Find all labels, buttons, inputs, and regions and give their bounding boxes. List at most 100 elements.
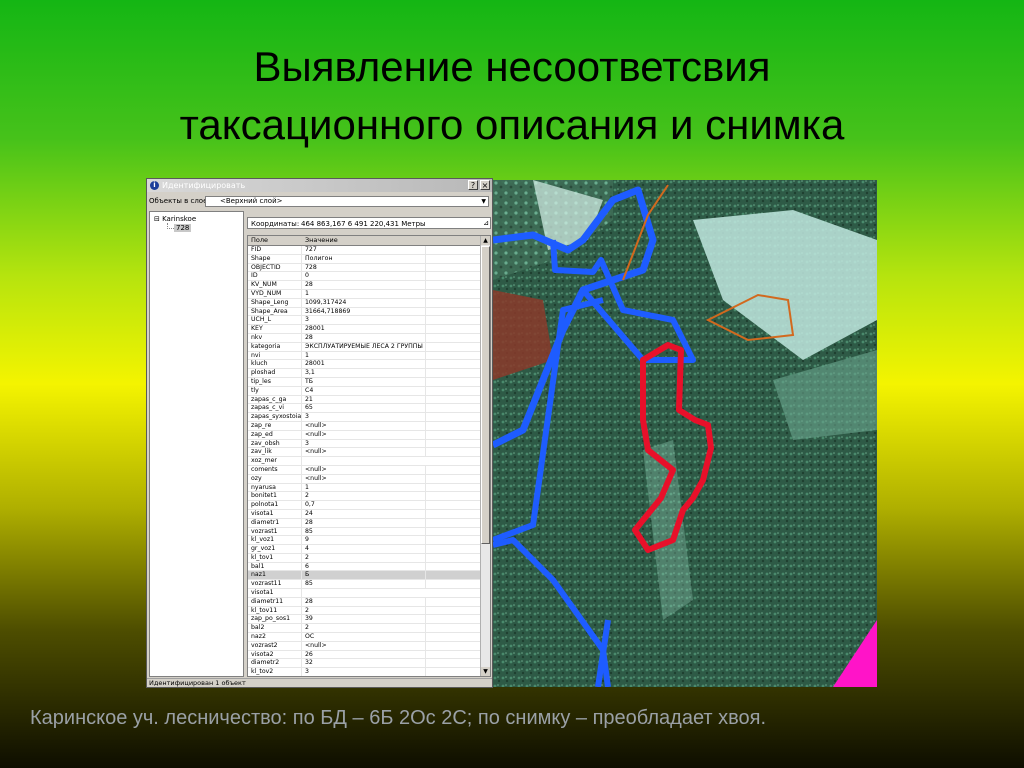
cell-field: Shape_Area [251,307,302,317]
cell-field: Shape [251,254,302,264]
table-row[interactable]: ploshad 3,1 [248,369,482,378]
table-row[interactable]: Shape_Area 31664,718869 [248,307,482,317]
table-row[interactable]: kl_tov1 2 [248,553,482,563]
table-row[interactable]: nkv 28 [248,333,482,343]
table-row[interactable]: bal1 6 [248,562,482,572]
cell-field: naz2 [251,633,302,642]
results-tree[interactable]: ⊟ Karinskoe 728 [149,211,244,677]
window-titlebar[interactable]: i Идентифицировать ? × [147,179,492,192]
cell-value: 21 [305,395,426,405]
table-row[interactable]: KEY 28001 [248,325,482,334]
table-row[interactable]: visota1 24 [248,509,482,519]
table-scrollbar[interactable]: ▲ ▼ [480,236,490,676]
cell-value: 28 [305,518,426,528]
layer-select-value: <Верхний слой> [220,197,283,205]
table-row[interactable]: ozy <null> [248,474,482,484]
cell-value: 31664,718869 [305,307,426,317]
cell-value: Полигон [305,254,426,264]
table-row[interactable]: UCH_L 3 [248,316,482,326]
table-row[interactable]: diametr11 28 [248,597,482,607]
table-row[interactable]: vozrast1 85 [248,527,482,537]
col-header-field[interactable]: Поле [251,236,268,245]
table-row[interactable]: visota2 26 [248,650,482,660]
cell-value: ЭКСПЛУАТИРУЕМЫЕ ЛЕСА 2 ГРУППЫ [305,342,426,352]
table-row[interactable]: Shape_Leng 1099,317424 [248,298,482,308]
table-row[interactable]: polnota1 0,7 [248,501,482,510]
table-row[interactable]: bal2 2 [248,624,482,634]
table-row[interactable]: OBJECTID 728 [248,263,482,273]
table-row[interactable]: visota1 [248,589,482,598]
table-row[interactable]: FID 727 [248,246,482,255]
cell-field: kl_tov2 [251,668,302,676]
cell-value: 1 [305,289,426,299]
cell-field: kl_voz1 [251,536,302,546]
scroll-down-icon[interactable]: ▼ [481,667,490,676]
table-row[interactable]: vozrast2 <null> [248,641,482,651]
chevron-down-icon[interactable]: ▼ [481,197,486,206]
table-row[interactable]: tip_les ТБ [248,377,482,387]
table-row[interactable]: KV_NUM 28 [248,281,482,290]
table-row[interactable]: kluch 28001 [248,360,482,370]
table-row[interactable]: zap_po_sos1 39 [248,615,482,625]
cell-field: OBJECTID [251,263,302,273]
table-row[interactable]: zav_lik <null> [248,448,482,458]
table-row[interactable]: diametr1 28 [248,518,482,528]
cell-value: 0 [305,272,426,282]
slide-title: Выявление несоответсвия таксационного оп… [0,38,1024,154]
table-row[interactable]: zapas_syxostoia 3 [248,413,482,422]
help-button[interactable]: ? [468,180,478,190]
cell-field: ozy [251,474,302,484]
cell-field: polnota1 [251,501,302,510]
table-row[interactable]: naz2 ОС [248,633,482,642]
slide-caption: Каринское уч. лесничество: по БД – 6Б 2О… [30,707,767,729]
cell-value: <null> [305,421,426,431]
tree-item-root[interactable]: ⊟ Karinskoe [154,215,196,223]
table-row[interactable]: zapas_c_ga 21 [248,395,482,405]
attributes-table[interactable]: Поле Значение FID 727 Shape Полигон OBJECTID… [247,235,491,677]
cell-value: <null> [305,465,426,475]
table-row[interactable]: bonitet1 2 [248,492,482,502]
table-row[interactable]: gr_voz1 4 [248,545,482,554]
table-row[interactable]: nyarusa 1 [248,483,482,493]
table-row[interactable]: zap_re <null> [248,421,482,431]
cell-field: diametr2 [251,659,302,669]
cell-value: 65 [305,404,426,414]
table-row[interactable]: xoz_mer [248,457,482,466]
cell-value: 3 [305,439,426,449]
tree-item-child[interactable]: 728 [174,224,192,232]
table-row[interactable]: zap_ed <null> [248,430,482,440]
table-row[interactable]: kl_voz1 9 [248,536,482,546]
col-header-value[interactable]: Значение [305,236,338,245]
identify-window: i Идентифицировать ? × Объекты в слое: <… [146,178,493,688]
cell-field: zapas_c_vi [251,404,302,414]
cell-value: 3 [305,413,426,422]
table-row[interactable]: VYD_NUM 1 [248,289,482,299]
table-row[interactable]: zapas_c_vi 65 [248,404,482,414]
table-row[interactable]: vozrast11 85 [248,580,482,590]
cell-field: Shape_Leng [251,298,302,308]
table-row[interactable]: kl_tov2 3 [248,668,482,676]
table-row[interactable]: tly С4 [248,386,482,396]
scroll-up-icon[interactable]: ▲ [481,236,490,245]
close-button[interactable]: × [480,180,490,190]
cell-field: nvi [251,351,302,361]
cell-field: zapas_c_ga [251,395,302,405]
cell-value: <null> [305,641,426,651]
table-row[interactable]: ID 0 [248,272,482,282]
table-row[interactable]: coments <null> [248,465,482,475]
table-row[interactable]: naz1 Б [248,571,482,581]
cell-value: 1 [305,351,426,361]
table-row[interactable]: Shape Полигон [248,254,482,264]
scroll-thumb[interactable] [481,246,490,544]
layer-select[interactable]: <Верхний слой> ▼ [205,196,489,207]
cell-value: 727 [305,246,426,255]
table-row[interactable]: kl_tov11 2 [248,606,482,616]
pin-icon[interactable]: ⊿ [483,219,489,227]
table-row[interactable]: nvi 1 [248,351,482,361]
coords-label: Координаты: [251,220,300,228]
table-row[interactable]: zav_obsh 3 [248,439,482,449]
cell-value: <null> [305,448,426,458]
cell-field: diametr1 [251,518,302,528]
table-row[interactable]: kategoria ЭКСПЛУАТИРУЕМЫЕ ЛЕСА 2 ГРУППЫ [248,342,482,352]
table-row[interactable]: diametr2 32 [248,659,482,669]
